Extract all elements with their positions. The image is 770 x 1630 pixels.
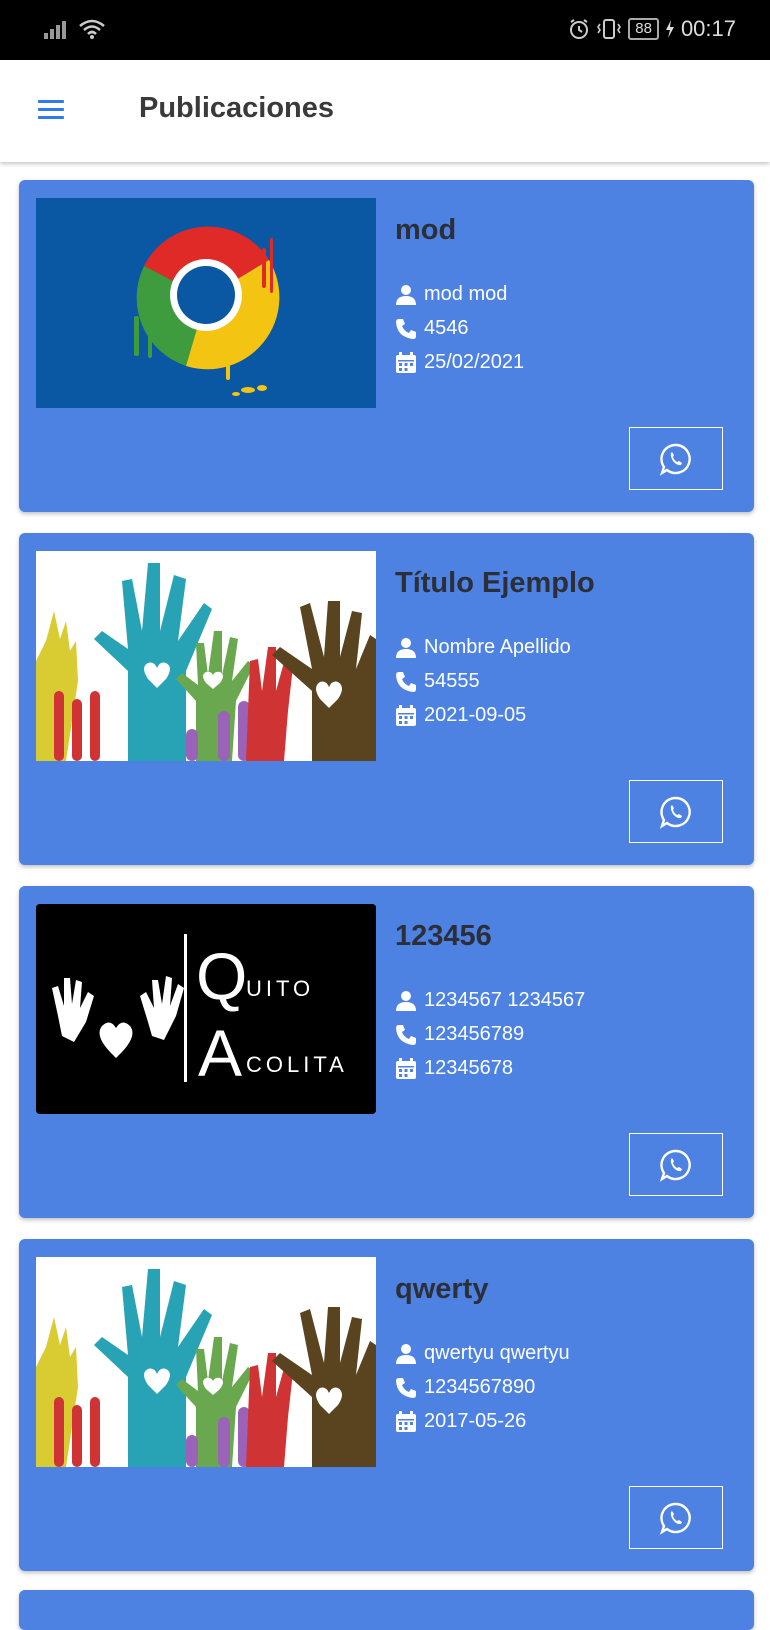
whatsapp-icon bbox=[659, 1502, 691, 1535]
whatsapp-icon bbox=[659, 443, 691, 476]
app-bar: Publicaciones bbox=[0, 60, 770, 162]
chrome-logo-image bbox=[36, 198, 376, 408]
raised-hands-image bbox=[36, 1257, 376, 1467]
author-row: qwertyu qwertyu bbox=[395, 1342, 570, 1365]
user-icon bbox=[396, 284, 416, 305]
calendar-icon bbox=[396, 351, 416, 373]
date-row: 2017-05-26 bbox=[395, 1410, 526, 1433]
phone-number: 4546 bbox=[424, 317, 469, 339]
status-bar: 88 00:17 bbox=[0, 0, 770, 60]
author-name: qwertyu qwertyu bbox=[424, 1342, 570, 1364]
clock: 00:17 bbox=[680, 16, 736, 41]
logo-letter-a: A bbox=[198, 1016, 242, 1090]
calendar-icon bbox=[396, 1410, 416, 1432]
phone-number: 1234567890 bbox=[424, 1376, 536, 1398]
phone-row: 54555 bbox=[395, 670, 480, 693]
phone-icon bbox=[396, 318, 416, 339]
phone-number: 123456789 bbox=[424, 1023, 525, 1045]
author-name: 1234567 1234567 bbox=[424, 989, 586, 1011]
date-row: 2021-09-05 bbox=[395, 704, 526, 727]
publication-card[interactable]: Título Ejemplo Nombre Apellido 54555 202… bbox=[19, 533, 754, 865]
logo-text-bottom: COLITA bbox=[246, 1052, 348, 1077]
alarm-icon bbox=[570, 19, 589, 39]
vibrate-icon bbox=[597, 19, 622, 39]
whatsapp-icon bbox=[659, 1149, 691, 1182]
whatsapp-button[interactable] bbox=[629, 427, 723, 490]
publication-card[interactable]: mod mod mod 4546 25/02/2021 bbox=[19, 180, 754, 512]
phone-row: 4546 bbox=[395, 317, 469, 340]
publication-date: 25/02/2021 bbox=[424, 351, 525, 373]
status-left bbox=[44, 18, 106, 40]
author-row: mod mod bbox=[395, 283, 507, 306]
phone-row: 1234567890 bbox=[395, 1376, 535, 1399]
author-name: mod mod bbox=[424, 283, 508, 305]
calendar-icon bbox=[396, 1057, 416, 1079]
publication-date: 12345678 bbox=[424, 1057, 513, 1079]
user-icon bbox=[396, 1343, 416, 1364]
wifi-icon bbox=[79, 19, 105, 39]
card-title: qwerty bbox=[395, 1273, 489, 1305]
phone-icon bbox=[396, 671, 416, 692]
page-title: Publicaciones bbox=[139, 92, 335, 124]
phone-icon bbox=[396, 1377, 416, 1398]
publication-card[interactable] bbox=[19, 1590, 754, 1630]
card-title: Título Ejemplo bbox=[395, 567, 595, 599]
raised-hands-image bbox=[36, 551, 376, 761]
hamburger-menu-icon[interactable] bbox=[38, 100, 64, 120]
phone-icon bbox=[396, 1024, 416, 1045]
logo-letter-q: Q bbox=[196, 939, 247, 1013]
user-icon bbox=[396, 637, 416, 658]
phone-row: 123456789 bbox=[395, 1023, 524, 1046]
signal-icon bbox=[44, 21, 66, 39]
phone-number: 54555 bbox=[424, 670, 480, 692]
charging-icon bbox=[665, 20, 674, 38]
card-title: 123456 bbox=[395, 920, 492, 952]
whatsapp-icon bbox=[659, 796, 691, 829]
publication-date: 2017-05-26 bbox=[424, 1410, 527, 1432]
whatsapp-button[interactable] bbox=[629, 1486, 723, 1549]
whatsapp-button[interactable] bbox=[629, 1133, 723, 1196]
author-row: Nombre Apellido bbox=[395, 636, 571, 659]
author-name: Nombre Apellido bbox=[424, 636, 571, 658]
quito-acolita-logo-image: Q UITO A COLITA bbox=[36, 904, 376, 1114]
publication-card[interactable]: Q UITO A COLITA 123456 1234567 1234567 1… bbox=[19, 886, 754, 1218]
battery-indicator: 88 bbox=[628, 18, 659, 40]
user-icon bbox=[396, 990, 416, 1011]
date-row: 25/02/2021 bbox=[395, 351, 524, 374]
publication-date: 2021-09-05 bbox=[424, 704, 527, 726]
logo-text-top: UITO bbox=[246, 976, 314, 1001]
card-title: mod bbox=[395, 214, 457, 246]
author-row: 1234567 1234567 bbox=[395, 989, 585, 1012]
status-right: 88 00:17 bbox=[568, 16, 736, 42]
publication-card[interactable]: qwerty qwertyu qwertyu 1234567890 2017-0… bbox=[19, 1239, 754, 1571]
whatsapp-button[interactable] bbox=[629, 780, 723, 843]
calendar-icon bbox=[396, 704, 416, 726]
date-row: 12345678 bbox=[395, 1057, 513, 1080]
